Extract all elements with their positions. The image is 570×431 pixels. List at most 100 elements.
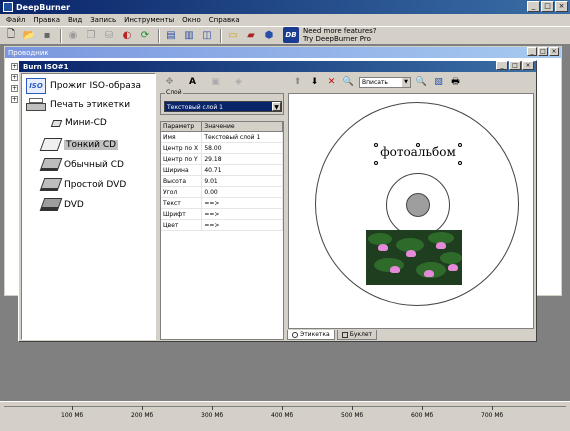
dvd-icon: [39, 198, 63, 211]
menu-edit[interactable]: Правка: [29, 16, 64, 24]
tree-item-burn-iso[interactable]: ISO Прожиг ISO-образа: [26, 78, 141, 94]
disc-icon[interactable]: ◉: [66, 29, 80, 43]
property-row[interactable]: Высота 9.01: [161, 176, 283, 187]
tree-item-label: Тонкий CD: [64, 139, 119, 150]
tile-vertical-icon[interactable]: ◫: [200, 29, 214, 43]
close-button[interactable]: ×: [555, 1, 568, 12]
tree-item-print-label[interactable]: Печать этикетки: [26, 98, 130, 112]
chevron-down-icon[interactable]: ▼: [272, 102, 281, 111]
explorer-close-button[interactable]: ×: [549, 47, 559, 56]
export-icon[interactable]: ▧: [432, 76, 445, 89]
zoom-select[interactable]: Вписать ▼: [359, 76, 411, 88]
property-value[interactable]: 58.00: [202, 143, 283, 153]
explorer-maximize-button[interactable]: □: [538, 47, 548, 56]
burn-close-button[interactable]: ×: [522, 61, 534, 70]
capacity-ruler: 100 Мб 200 Мб 300 Мб 400 Мб 500 Мб 600 М…: [0, 401, 570, 431]
ruler-line: [4, 406, 566, 407]
tree-item-label: DVD: [64, 199, 84, 210]
copy-disc-icon[interactable]: ❐: [84, 29, 98, 43]
tree-expand-icon[interactable]: +: [11, 63, 18, 70]
property-value[interactable]: 9.01: [202, 176, 283, 186]
arrow-up-icon[interactable]: ⬆: [291, 76, 304, 89]
menu-window[interactable]: Окно: [178, 16, 205, 24]
save-icon[interactable]: ▪: [40, 29, 54, 43]
upgrade-promo[interactable]: DB Need more features? Try DeepBurner Pr…: [283, 27, 377, 43]
menu-help[interactable]: Справка: [205, 16, 244, 24]
minimize-button[interactable]: _: [527, 1, 540, 12]
tree-expand-icon[interactable]: +: [11, 74, 18, 81]
property-row[interactable]: Центр по Y 29.18: [161, 154, 283, 165]
property-name: Центр по X: [161, 143, 203, 153]
property-row[interactable]: Центр по X 58.00: [161, 143, 283, 154]
zoom-in-icon[interactable]: 🔍: [415, 76, 428, 89]
label-text-layer[interactable]: фотоальбом: [376, 145, 460, 159]
photo-layer[interactable]: [366, 230, 462, 285]
burn-disc-icon[interactable]: ⛁: [102, 29, 116, 43]
tree-item-dvd[interactable]: DVD: [39, 198, 84, 211]
tree-item-label: Прожиг ISO-образа: [50, 81, 142, 91]
resize-handle[interactable]: [458, 161, 462, 165]
text-tool-icon[interactable]: A: [186, 75, 199, 88]
tree-item-mini-cd[interactable]: Мини-CD: [50, 118, 107, 128]
property-value[interactable]: ==>: [202, 198, 283, 208]
burn-maximize-button[interactable]: □: [509, 61, 521, 70]
chevron-down-icon[interactable]: ▼: [402, 77, 410, 87]
property-row[interactable]: Цвет ==>: [161, 220, 283, 231]
resize-handle[interactable]: [416, 143, 420, 147]
menu-tools[interactable]: Инструменты: [120, 16, 178, 24]
books-icon[interactable]: ▰: [244, 29, 258, 43]
property-value[interactable]: 40.71: [202, 165, 283, 175]
print-icon[interactable]: 🖶: [449, 76, 462, 89]
property-row[interactable]: Текст ==>: [161, 198, 283, 209]
toolbar-separator: [60, 28, 62, 43]
burn-minimize-button[interactable]: _: [496, 61, 508, 70]
tree-expand-icon[interactable]: +: [11, 96, 18, 103]
property-value[interactable]: ==>: [202, 220, 283, 230]
resize-handle[interactable]: [374, 161, 378, 165]
tree-item-simple-dvd[interactable]: Простой DVD: [39, 178, 126, 191]
explorer-icon[interactable]: ▭: [226, 29, 240, 43]
tab-booklet[interactable]: Буклет: [336, 330, 378, 340]
tab-label[interactable]: Этикетка: [287, 330, 335, 340]
delete-icon[interactable]: ✕: [325, 76, 338, 89]
tree-item-label: Печать этикетки: [50, 100, 131, 110]
arrow-down-icon[interactable]: ⬇: [308, 76, 321, 89]
property-row[interactable]: Ширина 40.71: [161, 165, 283, 176]
shield-icon[interactable]: ⬢: [262, 29, 276, 43]
property-value[interactable]: ==>: [202, 209, 283, 219]
menu-burn[interactable]: Запись: [86, 16, 120, 24]
new-file-icon[interactable]: 🗋: [4, 29, 18, 43]
resize-handle[interactable]: [374, 143, 378, 147]
label-canvas[interactable]: фотоальбом: [288, 93, 534, 329]
layer-select[interactable]: Текстовый слой 1 ▼: [164, 101, 282, 112]
ruler-label: 200 Мб: [131, 412, 154, 419]
cascade-icon[interactable]: ▤: [164, 29, 178, 43]
erase-disc-icon[interactable]: ◐: [120, 29, 134, 43]
property-row[interactable]: Угол 0.00: [161, 187, 283, 198]
app-title: DeepBurner: [16, 2, 71, 12]
property-row[interactable]: Шрифт ==>: [161, 209, 283, 220]
resize-handle[interactable]: [458, 143, 462, 147]
property-value[interactable]: 0.00: [202, 187, 283, 197]
menu-file[interactable]: Файл: [2, 16, 29, 24]
refresh-icon[interactable]: ⟳: [138, 29, 152, 43]
move-tool-icon[interactable]: ✥: [163, 75, 176, 88]
regular-cd-icon: [39, 158, 63, 171]
maximize-button[interactable]: □: [541, 1, 554, 12]
shape-tool-icon[interactable]: ◈: [232, 75, 245, 88]
tile-horizontal-icon[interactable]: ▥: [182, 29, 196, 43]
tree-item-regular-cd[interactable]: Обычный CD: [39, 158, 124, 171]
explorer-minimize-button[interactable]: _: [527, 47, 537, 56]
zoom-out-icon[interactable]: 🔍: [342, 76, 355, 89]
open-folder-icon[interactable]: 📂: [22, 29, 36, 43]
image-tool-icon[interactable]: ▣: [209, 75, 222, 88]
property-value[interactable]: 29.18: [202, 154, 283, 164]
promo-line-2: Try DeepBurner Pro: [303, 35, 371, 43]
property-value[interactable]: Текстовый слой 1: [202, 132, 283, 142]
tree-item-thin-cd[interactable]: Тонкий CD: [39, 138, 119, 151]
tree-expand-icon[interactable]: +: [11, 85, 18, 92]
ruler-label: 300 Мб: [201, 412, 224, 419]
property-row[interactable]: Имя Текстовый слой 1: [161, 132, 283, 143]
menu-view[interactable]: Вид: [64, 16, 86, 24]
burn-iso-window: Burn ISO#1 _ □ × ISO Прожиг ISO-образа П…: [18, 60, 537, 342]
